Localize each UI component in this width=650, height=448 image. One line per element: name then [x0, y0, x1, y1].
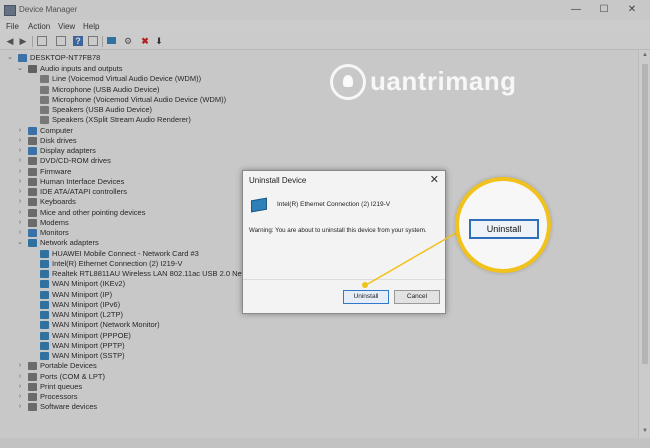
lightbulb-logo-icon: [330, 64, 366, 100]
uninstall-callout-magnifier: Uninstall: [455, 177, 551, 273]
callout-uninstall-button: Uninstall: [469, 219, 539, 239]
uninstall-button[interactable]: Uninstall: [343, 290, 389, 304]
dialog-device-name: Intel(R) Ethernet Connection (2) I219-V: [277, 201, 391, 208]
watermark-text: uantrimang: [370, 66, 517, 96]
callout-dot: [362, 282, 368, 288]
network-adapter-icon: [251, 197, 267, 213]
watermark: uantrimang: [330, 62, 560, 106]
dialog-close-icon[interactable]: ✕: [430, 173, 439, 186]
cancel-button[interactable]: Cancel: [394, 290, 440, 304]
dialog-separator: [243, 279, 445, 280]
uninstall-device-dialog: Uninstall Device ✕ Intel(R) Ethernet Con…: [242, 170, 446, 314]
dialog-warning-text: Warning: You are about to uninstall this…: [249, 227, 427, 234]
dialog-title: Uninstall Device: [249, 176, 307, 185]
